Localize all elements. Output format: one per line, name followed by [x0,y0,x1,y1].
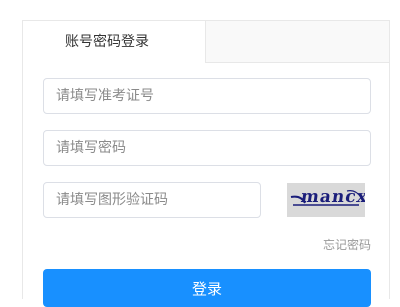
tab-account-password-login[interactable]: 账号密码登录 [23,21,206,63]
login-tabs: 账号密码登录 [23,21,389,63]
login-button[interactable]: 登录 [43,269,371,307]
captcha-input[interactable] [43,182,261,218]
captcha-image[interactable]: mancx [287,183,365,217]
forgot-password-link[interactable]: 忘记密码 [323,236,371,253]
login-panel: 账号密码登录 mancx 忘记密码 登录 [22,20,390,307]
exam-id-input[interactable] [43,78,371,114]
password-input[interactable] [43,130,371,166]
captcha-text: mancx [299,187,365,207]
